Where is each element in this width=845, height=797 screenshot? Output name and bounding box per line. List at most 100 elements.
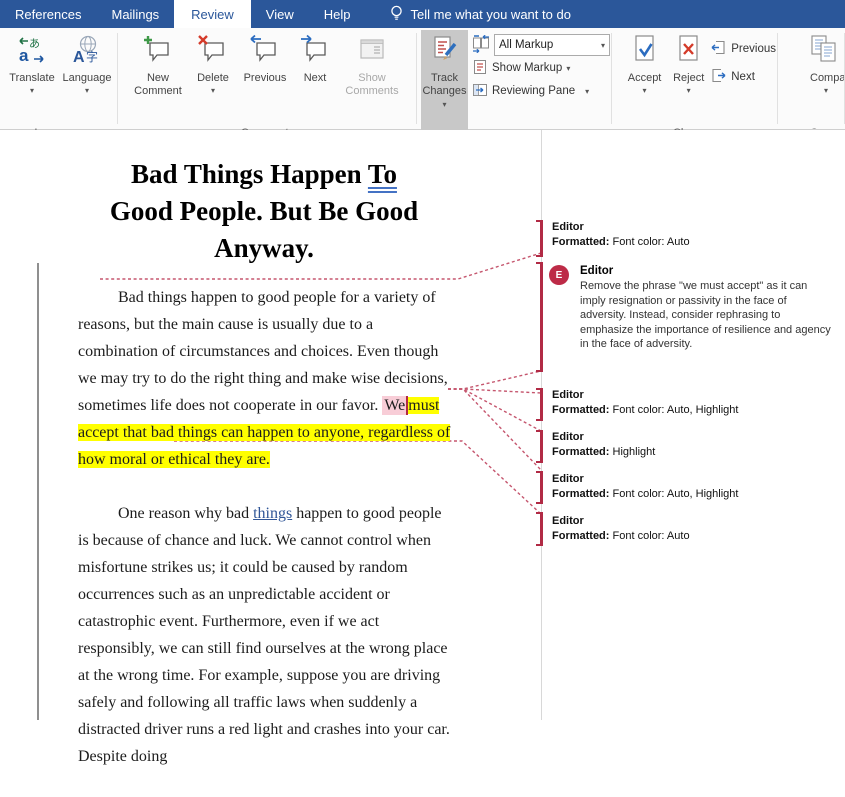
previous-comment-icon xyxy=(249,34,281,69)
reject-label: Reject xyxy=(673,72,704,84)
markup-area-separator xyxy=(541,130,542,720)
lightbulb-icon xyxy=(390,4,403,25)
ribbon-group-compare: Compa ▾ Compa xyxy=(778,28,845,129)
show-comments-button: Show Comments xyxy=(336,30,408,126)
tab-review[interactable]: Review xyxy=(174,0,251,28)
next-comment-button[interactable]: Next xyxy=(294,30,336,126)
compare-button[interactable]: Compa ▾ xyxy=(810,30,845,126)
new-comment-icon xyxy=(142,34,174,69)
word-window: References Mailings Review View Help Tel… xyxy=(0,0,845,720)
track-changes-icon xyxy=(429,34,461,69)
paragraph-2: One reason why bad things happen to good… xyxy=(78,500,454,770)
accept-label: Accept xyxy=(628,72,662,84)
ribbon-group-changes: Accept ▾ Reject ▾ xyxy=(612,28,778,129)
translate-icon: あ a xyxy=(16,34,48,69)
reviewing-pane-icon xyxy=(472,82,488,101)
translate-button[interactable]: あ a Translate ▾ xyxy=(4,30,60,126)
dropdown-caret-icon: ▾ xyxy=(566,64,570,73)
show-markup-button[interactable]: Show Markup ▾ xyxy=(472,57,610,79)
tell-me-box[interactable]: Tell me what you want to do xyxy=(376,0,585,28)
comment-anchor-text[interactable]: We xyxy=(382,396,408,415)
track-changes-button[interactable]: Track Changes ▾ xyxy=(421,30,468,130)
dropdown-caret-icon: ▾ xyxy=(85,86,89,95)
ribbon: あ a Translate ▾ A xyxy=(0,28,845,130)
document-body-text: Bad things happen to good people for a v… xyxy=(78,284,454,770)
previous-change-label: Previous xyxy=(731,43,776,55)
change-card-1[interactable]: Editor Formatted: Font color: Auto xyxy=(552,220,837,250)
previous-comment-button[interactable]: Previous xyxy=(236,30,294,126)
change-card-2[interactable]: Editor Formatted: Font color: Auto, High… xyxy=(552,388,837,418)
display-for-review-combobox[interactable]: All Markup ▾ xyxy=(494,34,610,56)
show-comments-label: Show Comments xyxy=(345,72,398,97)
author-name: Editor xyxy=(552,472,837,487)
delete-comment-icon xyxy=(197,34,229,69)
reject-icon xyxy=(673,34,705,69)
comment-avatar: E xyxy=(549,265,569,285)
ribbon-group-language: あ a Translate ▾ A xyxy=(0,28,118,129)
svg-text:字: 字 xyxy=(86,49,98,64)
display-for-review-icon xyxy=(472,35,490,56)
previous-comment-label: Previous xyxy=(244,72,287,84)
accept-icon xyxy=(629,34,661,69)
delete-comment-button[interactable]: Delete ▾ xyxy=(190,30,236,126)
change-bracket xyxy=(540,430,543,463)
comment-text: Remove the phrase "we must accept" as it… xyxy=(580,279,834,352)
formatted-detail: Font color: Auto, Highlight xyxy=(613,488,739,500)
reject-button[interactable]: Reject ▾ xyxy=(667,30,710,126)
new-comment-label: New Comment xyxy=(134,72,182,97)
show-markup-label: Show Markup xyxy=(492,62,562,74)
dropdown-caret-icon: ▾ xyxy=(585,87,589,96)
change-card-3[interactable]: Editor Formatted: Highlight xyxy=(552,430,837,460)
dropdown-caret-icon: ▾ xyxy=(30,86,34,95)
next-comment-label: Next xyxy=(304,72,327,84)
change-bracket xyxy=(540,220,543,257)
formatted-detail: Font color: Auto xyxy=(613,236,690,248)
paragraph-text: happen to good people is because of chan… xyxy=(78,505,450,765)
reviewing-pane-button[interactable]: Reviewing Pane ▾ xyxy=(472,80,610,102)
formatted-label: Formatted: xyxy=(552,446,609,458)
change-card-4[interactable]: Editor Formatted: Font color: Auto, High… xyxy=(552,472,837,502)
next-change-icon xyxy=(710,67,727,87)
svg-text:あ: あ xyxy=(29,37,40,50)
document-page[interactable]: Bad Things Happen To Good People. But Be… xyxy=(0,130,541,797)
dropdown-caret-icon: ▾ xyxy=(687,86,691,95)
author-name: Editor xyxy=(552,514,837,529)
translate-label: Translate xyxy=(9,72,54,84)
compare-icon xyxy=(810,34,842,69)
formatted-detail: Highlight xyxy=(613,446,656,458)
next-change-button[interactable]: Next xyxy=(710,66,776,88)
title-text: Good People. But Be Good xyxy=(110,196,418,226)
track-changes-label: Track Changes xyxy=(422,72,466,97)
paragraph-text: One reason why bad xyxy=(118,505,253,522)
display-for-review-value: All Markup xyxy=(499,39,553,51)
previous-change-button[interactable]: Previous xyxy=(710,38,776,60)
comment-bracket xyxy=(540,262,543,372)
formatted-label: Formatted: xyxy=(552,236,609,248)
compare-label: Compa xyxy=(810,72,845,84)
document-area: Bad Things Happen To Good People. But Be… xyxy=(0,130,845,720)
svg-text:a: a xyxy=(19,46,29,65)
tab-view[interactable]: View xyxy=(251,0,309,28)
show-comments-icon xyxy=(356,34,388,69)
accept-button[interactable]: Accept ▾ xyxy=(622,30,667,126)
group-label-compare: Compa xyxy=(778,126,845,129)
formatted-detail: Font color: Auto, Highlight xyxy=(613,404,739,416)
dropdown-caret-icon: ▾ xyxy=(643,86,647,95)
show-markup-icon xyxy=(472,59,488,78)
author-name: Editor xyxy=(580,264,839,278)
language-button[interactable]: A 字 Language ▾ xyxy=(60,30,114,126)
author-name: Editor xyxy=(552,388,837,403)
change-card-5[interactable]: Editor Formatted: Font color: Auto xyxy=(552,514,837,544)
title-text: Anyway. xyxy=(214,233,314,263)
formatted-label: Formatted: xyxy=(552,404,609,416)
delete-label: Delete xyxy=(197,72,229,84)
language-label: Language xyxy=(63,72,112,84)
previous-change-icon xyxy=(710,39,727,59)
ribbon-group-comments: New Comment Delete ▾ xyxy=(118,28,417,129)
tab-references[interactable]: References xyxy=(0,0,96,28)
tab-mailings[interactable]: Mailings xyxy=(96,0,174,28)
comment-card[interactable]: E Editor Remove the phrase "we must acce… xyxy=(549,264,839,352)
change-bracket xyxy=(540,388,543,421)
tab-help[interactable]: Help xyxy=(309,0,366,28)
new-comment-button[interactable]: New Comment xyxy=(126,30,190,126)
